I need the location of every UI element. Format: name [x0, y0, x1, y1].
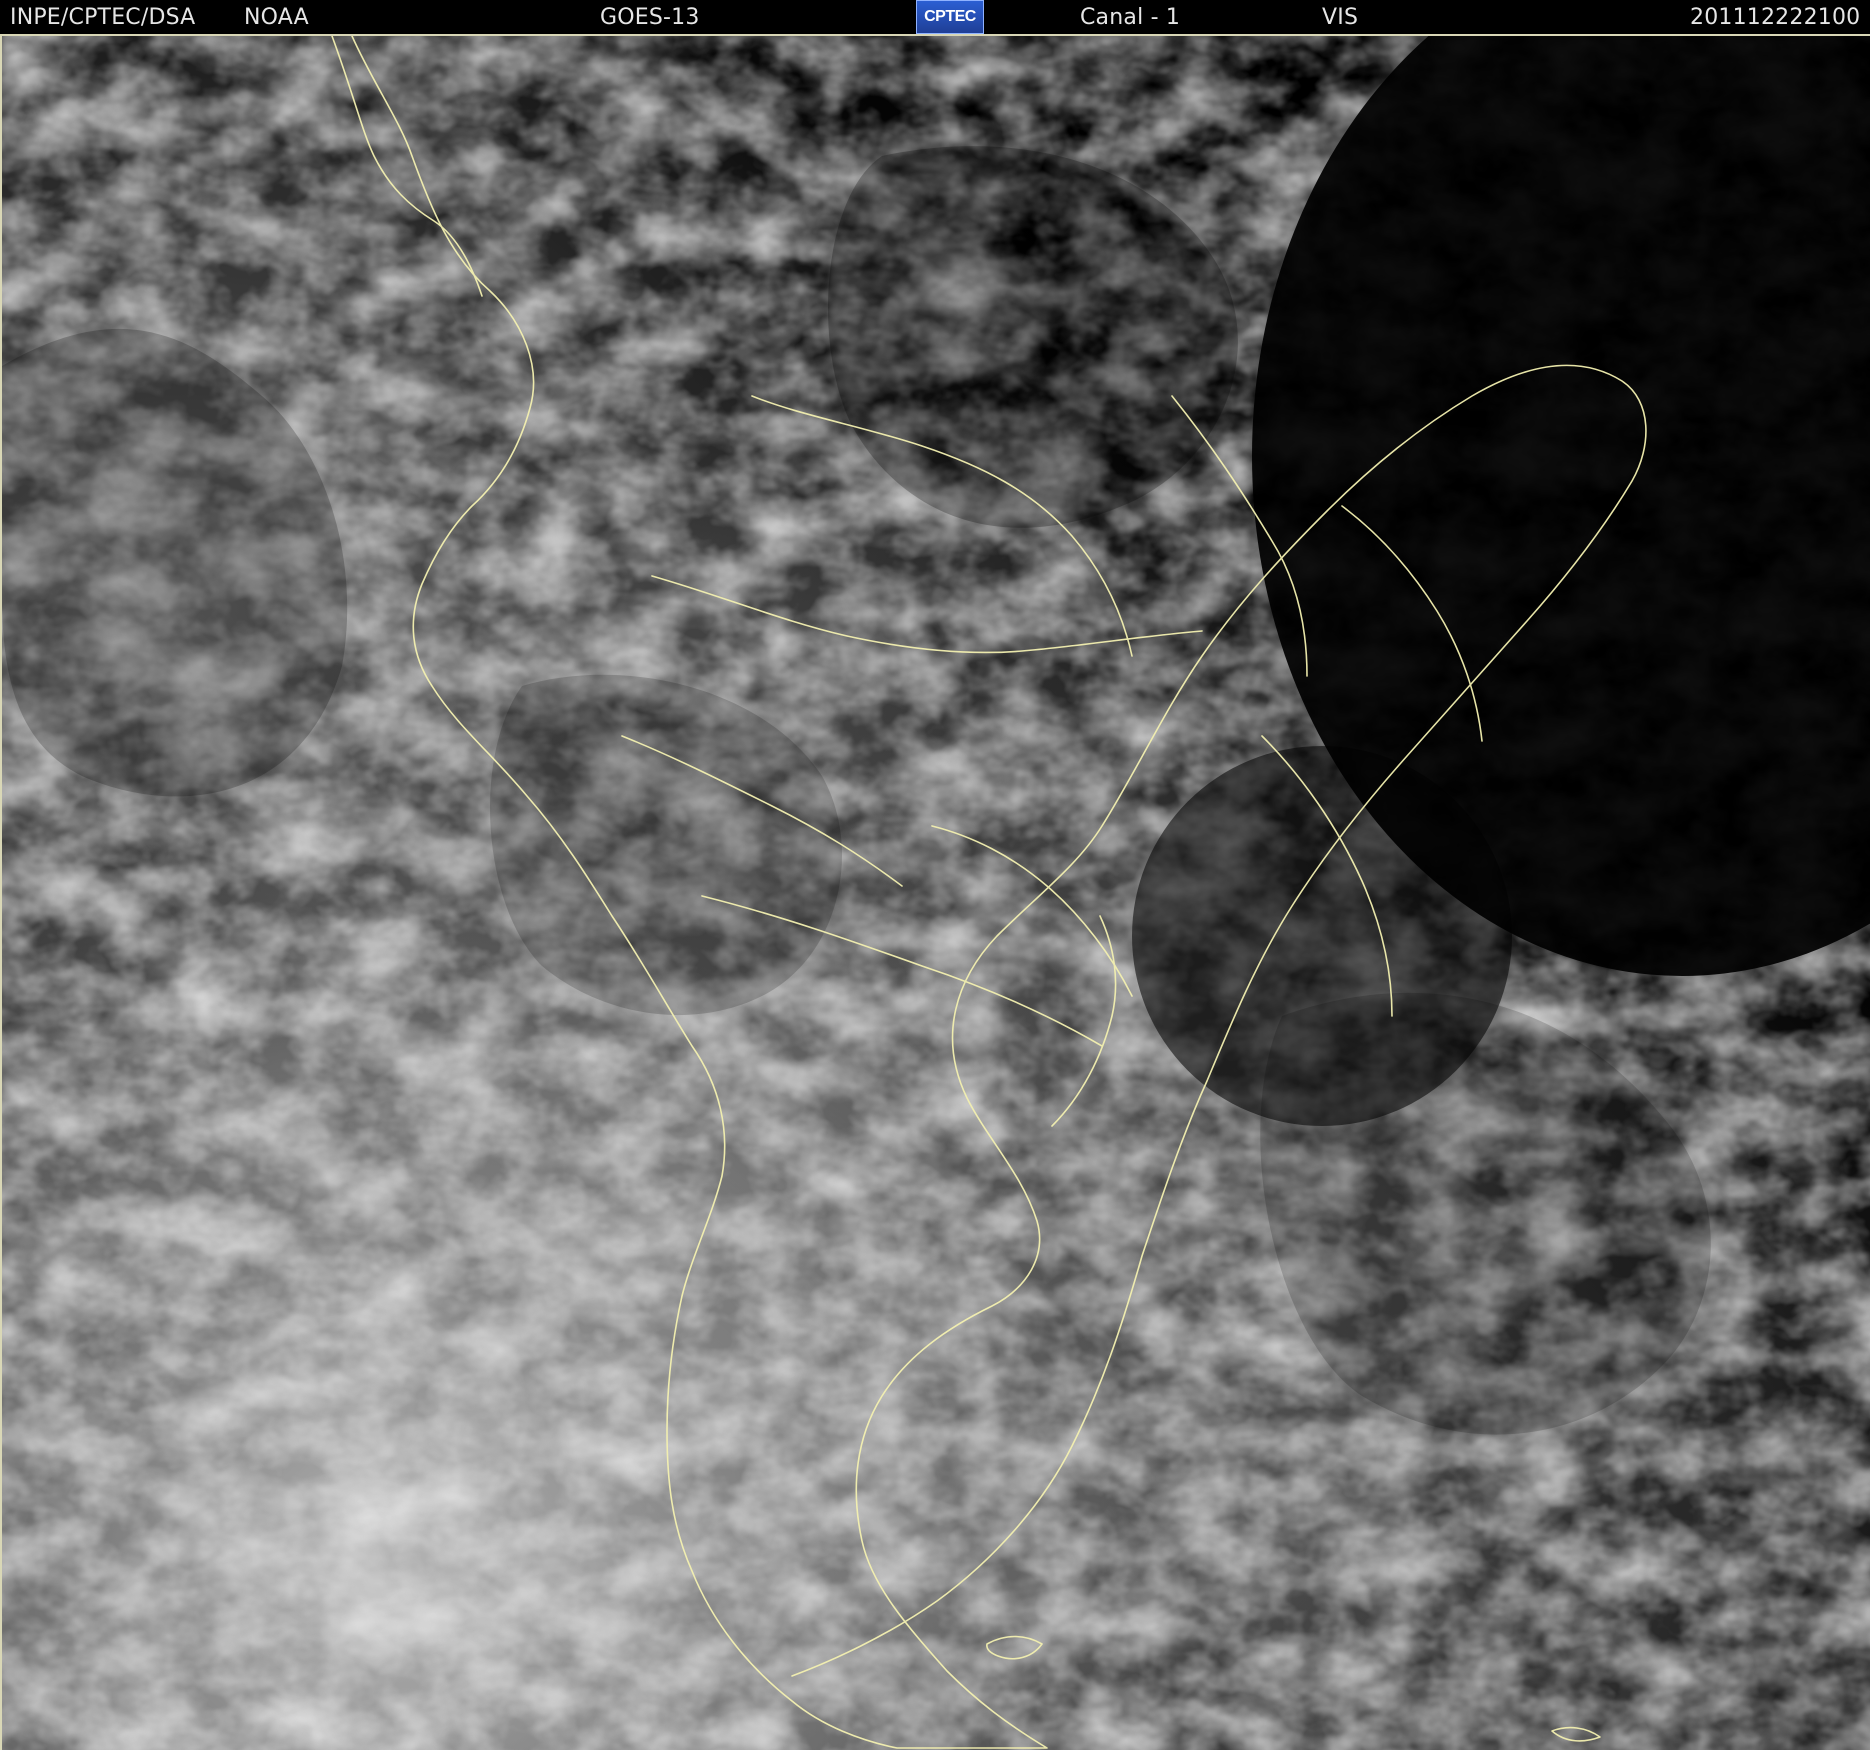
header-timestamp: 201112222100	[1690, 5, 1861, 30]
header-satellite: GOES-13	[600, 5, 700, 30]
satellite-map	[0, 36, 1870, 1750]
header-band: VIS	[1322, 5, 1359, 30]
satellite-image-frame: INPE/CPTEC/DSA NOAA GOES-13 CPTEC Canal …	[0, 0, 1870, 1750]
header-bar: INPE/CPTEC/DSA NOAA GOES-13 CPTEC Canal …	[0, 0, 1870, 36]
cloud-field	[2, 36, 1870, 1750]
satellite-svg	[2, 36, 1870, 1750]
header-org: INPE/CPTEC/DSA	[10, 5, 196, 30]
cptec-logo: CPTEC	[916, 0, 984, 34]
cptec-logo-text: CPTEC	[924, 8, 976, 25]
header-channel: Canal - 1	[1080, 5, 1181, 30]
header-agency: NOAA	[244, 5, 309, 30]
